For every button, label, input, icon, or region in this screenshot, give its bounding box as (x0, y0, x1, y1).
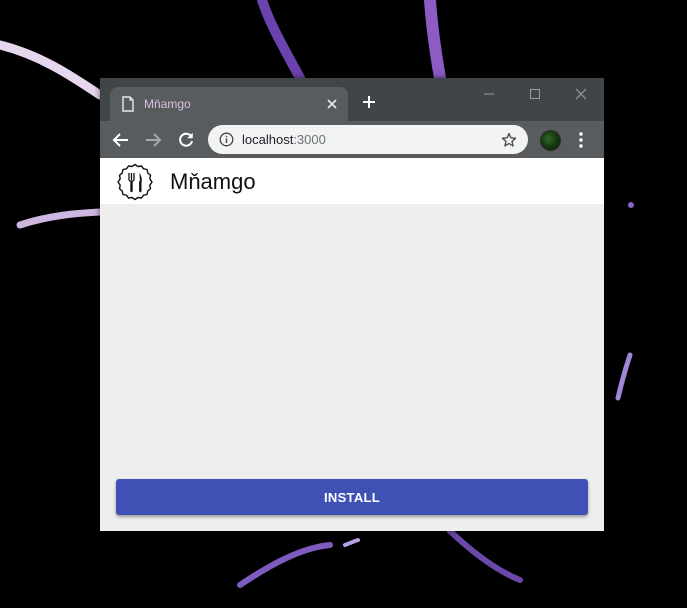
url-port: :3000 (293, 132, 326, 147)
app-header: Mňamgo (100, 158, 604, 204)
app-title: Mňamgo (170, 169, 256, 194)
info-icon[interactable] (219, 132, 234, 147)
browser-toolbar: localhost:3000 (100, 121, 604, 158)
close-icon[interactable] (325, 97, 339, 111)
url-text: localhost:3000 (242, 132, 326, 147)
address-bar[interactable]: localhost:3000 (208, 125, 528, 154)
minimize-icon[interactable] (482, 87, 496, 101)
window-close-icon[interactable] (574, 87, 588, 101)
fork-knife-icon (117, 163, 153, 201)
browser-tab[interactable]: Mňamgo (110, 87, 348, 121)
url-host: localhost (242, 132, 294, 147)
page-icon (122, 96, 134, 112)
arrow-left-icon[interactable] (112, 131, 130, 149)
maximize-icon[interactable] (528, 87, 542, 101)
plus-icon[interactable] (362, 95, 376, 109)
tab-title: Mňamgo (144, 97, 191, 111)
browser-titlebar: Mňamgo (100, 78, 604, 121)
star-icon[interactable] (501, 132, 517, 148)
reload-icon[interactable] (177, 131, 195, 149)
kebab-menu-icon[interactable] (578, 131, 584, 149)
arrow-right-icon[interactable] (144, 131, 162, 149)
install-button[interactable]: INSTALL (116, 479, 588, 515)
profile-avatar[interactable] (540, 130, 561, 151)
browser-window: Mňamgo localhost:3000 Mňamgo INSTALL (100, 78, 604, 531)
